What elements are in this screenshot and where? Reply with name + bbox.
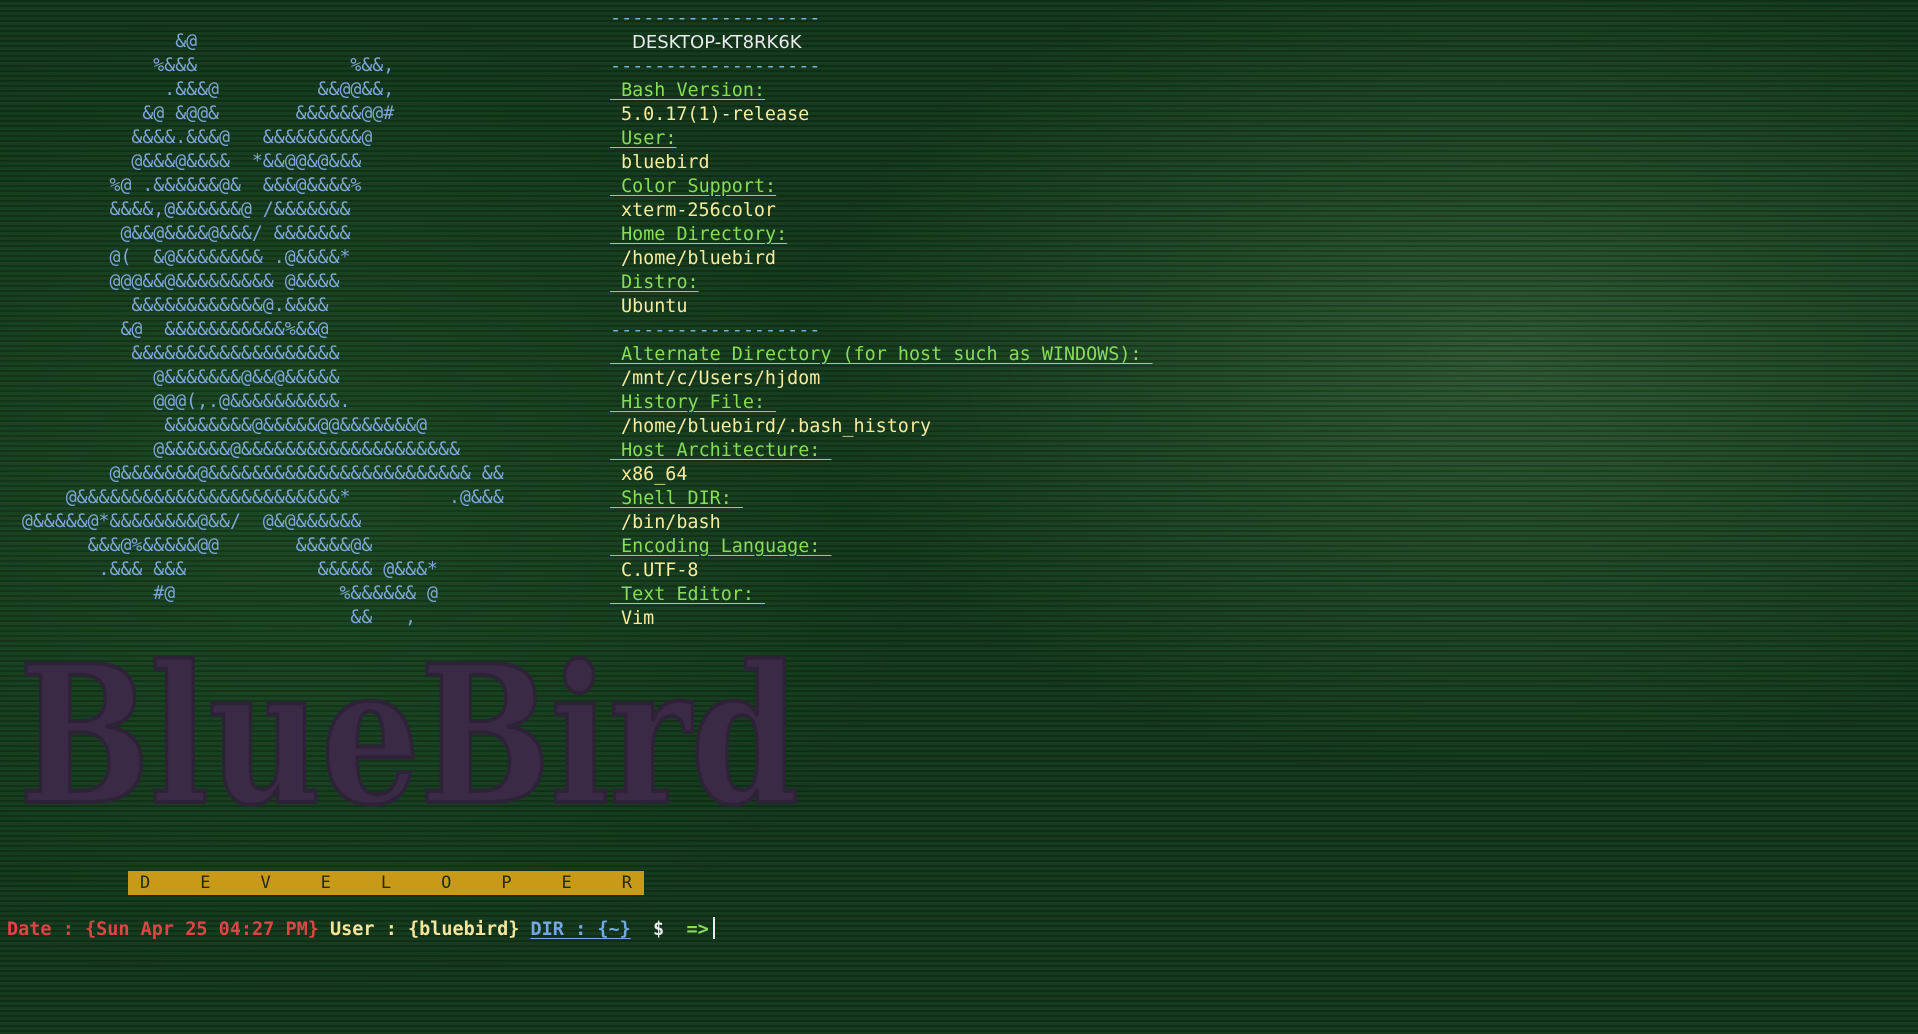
- ascii-line: .&&& &&& &&&&& @&&&*: [0, 559, 438, 580]
- prompt-user: User : {bluebird}: [330, 919, 520, 940]
- info-value-text-editor: Vim: [621, 608, 655, 629]
- separator: -------------------: [610, 320, 821, 341]
- banner-letter: O: [441, 873, 452, 893]
- ascii-art-bird: &@ %&&& %&&, .&&&@ &&@@&&, &@ &@@& &&&&&…: [0, 30, 504, 630]
- ascii-line: @&&&&&&&@&&&&&&&&&&&&&&&&&&&&&&&& &&: [0, 463, 504, 484]
- ascii-line: @&&@&&&&@&&&/ &&&&&&&: [0, 223, 351, 244]
- ascii-line: @( &@&&&&&&&& .@&&&&*: [0, 247, 351, 268]
- ascii-line: &&&&&&&&&&&&@.&&&&: [0, 295, 329, 316]
- info-label-distro: Distro:: [621, 272, 699, 293]
- ascii-line: @&&&@&&&& *&&@@&@&&&: [0, 151, 362, 172]
- ascii-line: #@ %&&&&&& @: [0, 583, 438, 604]
- ascii-line: @@@(,.@&&&&&&&&&&.: [0, 391, 351, 412]
- banner-letter: E: [320, 873, 331, 893]
- info-value-distro: Ubuntu: [621, 296, 688, 317]
- separator: -------------------: [610, 56, 821, 77]
- info-value-history-file: /home/bluebird/.bash_history: [621, 416, 932, 437]
- ascii-line: @@@&&@&&&&&&&&& @&&&&: [0, 271, 340, 292]
- ascii-line: &&&&&&&&@&&&&&@@&&&&&&&@: [0, 415, 428, 436]
- bluebird-logo: BlueBird: [17, 652, 801, 822]
- info-value-color-support: xterm-256color: [621, 200, 777, 221]
- info-label-color-support: Color Support:: [621, 176, 777, 197]
- banner-letter: P: [501, 873, 512, 893]
- info-label-shell-dir: Shell DIR:: [621, 488, 732, 509]
- info-value-shell-dir: /bin/bash: [621, 512, 721, 533]
- prompt-date: Date : {Sun Apr 25 04:27 PM}: [7, 919, 319, 940]
- ascii-line: &&&&.&&&@ &&&&&&&&&@: [0, 127, 373, 148]
- ascii-line: &@ &&&&&&&&&&&%&&@: [0, 319, 329, 340]
- info-label-bash-version: Bash Version:: [621, 80, 766, 101]
- system-info-panel: ------------------- DESKTOP-KT8RK6K ----…: [610, 7, 1153, 631]
- info-value-alternate-directory: /mnt/c/Users/hjdom: [621, 368, 821, 389]
- prompt-arrow: =>: [686, 919, 709, 940]
- text-cursor[interactable]: [712, 917, 715, 939]
- info-label-home-directory: Home Directory:: [621, 224, 788, 245]
- prompt-dollar: $: [653, 919, 665, 940]
- info-value-bash-version: 5.0.17(1)-release: [621, 104, 810, 125]
- info-value-host-architecture: x86_64: [621, 464, 688, 485]
- ascii-line: &&&&&&&&&&&&&&&&&&&: [0, 343, 340, 364]
- info-label-alternate-directory: Alternate Directory (for host such as WI…: [621, 344, 1142, 365]
- banner-letter: L: [380, 873, 392, 893]
- separator: -------------------: [610, 8, 821, 29]
- prompt-dir: DIR : {~}: [530, 919, 631, 940]
- ascii-line: && ,: [0, 607, 417, 628]
- info-label-encoding-language: Encoding Language:: [621, 536, 821, 557]
- info-value-encoding-language: C.UTF-8: [621, 560, 699, 581]
- ascii-line: %@ .&&&&&&@& &&&@&&&&%: [0, 175, 362, 196]
- banner-letter: E: [561, 873, 572, 893]
- shell-prompt[interactable]: Date : {Sun Apr 25 04:27 PM} User : {blu…: [7, 917, 715, 942]
- info-label-text-editor: Text Editor:: [621, 584, 754, 605]
- info-label-history-file: History File:: [621, 392, 766, 413]
- banner-letter: V: [260, 873, 271, 893]
- info-value-home-directory: /home/bluebird: [621, 248, 777, 269]
- logo-text: BlueBird: [19, 652, 799, 822]
- info-label-user: User:: [621, 128, 677, 149]
- ascii-line: @&&&&&@*&&&&&&&&@&&/ @&@&&&&&&: [0, 511, 362, 532]
- info-label-host-architecture: Host Architecture:: [621, 440, 821, 461]
- banner-letter: R: [621, 873, 632, 893]
- ascii-line: .&&&@ &&@@&&,: [0, 79, 395, 100]
- ascii-line: @&&&&&&@&&&&&&&&&&&&&&&&&&&&: [0, 439, 460, 460]
- ascii-line: &@: [0, 31, 198, 52]
- banner-letter: D: [140, 873, 151, 893]
- ascii-line: &&&&,@&&&&&&@ /&&&&&&&: [0, 199, 351, 220]
- hostname: DESKTOP-KT8RK6K: [632, 32, 802, 53]
- ascii-line: %&&& %&&,: [0, 55, 395, 76]
- ascii-line: @&&&&&&&&&&&&&&&&&&&&&&&&* .@&&&: [0, 487, 504, 508]
- ascii-line: &&&@%&&&&&@@ &&&&&@&: [0, 535, 373, 556]
- ascii-line: &@ &@@& &&&&&&@@#: [0, 103, 395, 124]
- ascii-line: @&&&&&&&@&&@&&&&&: [0, 367, 340, 388]
- info-value-user: bluebird: [621, 152, 710, 173]
- banner-letter: E: [200, 873, 211, 893]
- developer-banner: D E V E L O P E R: [128, 871, 644, 895]
